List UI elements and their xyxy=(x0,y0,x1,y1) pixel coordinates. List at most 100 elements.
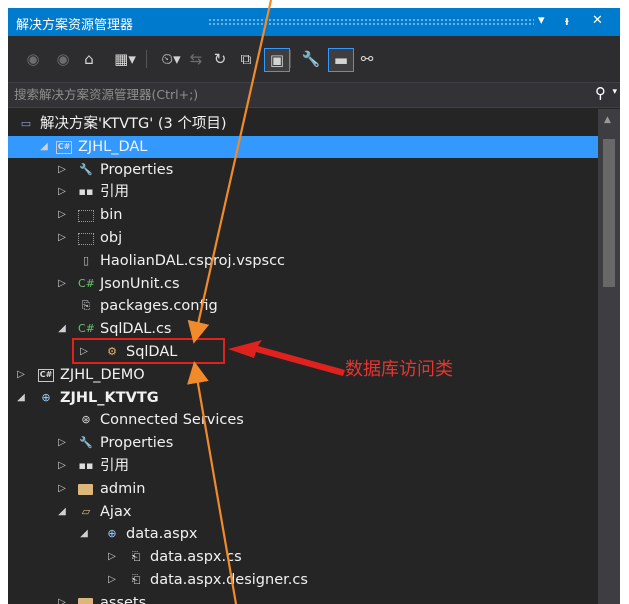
tree-item-label: data.aspx.designer.cs xyxy=(150,572,308,588)
tree-item-label: packages.config xyxy=(100,298,218,315)
pin-icon[interactable]: ᵼ xyxy=(565,13,569,29)
expand-arrow-icon[interactable]: ▷ xyxy=(56,432,68,454)
search-bar: ⚲ ▾ xyxy=(8,82,620,108)
csharp-file-icon: C# xyxy=(78,322,95,336)
class-view-icon[interactable]: ⚯ xyxy=(356,48,378,70)
tree-item-label: SqlDAL.cs xyxy=(100,321,172,338)
expand-arrow-icon[interactable]: ▷ xyxy=(56,273,68,295)
tree-item-label: obj xyxy=(100,230,123,246)
annotation-label: 数据库访问类 xyxy=(345,359,453,380)
tree-item[interactable]: ▷ C# JsonUnit.cs xyxy=(8,273,598,295)
collapse-arrow-icon[interactable]: ◢ xyxy=(15,387,27,409)
search-icon[interactable]: ⚲ xyxy=(595,84,606,102)
collapse-arrow-icon[interactable]: ◢ xyxy=(38,136,50,158)
tree-item[interactable]: ▷ admin xyxy=(8,478,598,500)
pending-changes-icon[interactable]: ⏲▾ xyxy=(156,48,186,70)
expand-arrow-icon[interactable]: ▷ xyxy=(56,592,68,604)
code-file-icon: ⎗ xyxy=(131,550,141,564)
sync-icon[interactable]: ⇆ xyxy=(186,48,206,70)
expand-arrow-icon[interactable]: ▷ xyxy=(56,181,68,203)
properties-icon[interactable]: 🔧 xyxy=(300,48,322,70)
tree-item-label: data.aspx xyxy=(126,526,198,543)
scroll-up-icon[interactable]: ▲ xyxy=(604,115,611,125)
refresh-icon[interactable]: ↻ xyxy=(210,48,230,70)
toolbar-separator xyxy=(290,50,291,68)
tree-item-label: Connected Services xyxy=(100,412,244,429)
tree-item-label: 解决方案'KTVTG' (3 个项目) xyxy=(40,116,227,132)
file-icon: ▯ xyxy=(82,253,90,267)
wrench-icon: 🔧 xyxy=(79,162,93,176)
collapse-arrow-icon[interactable]: ◢ xyxy=(56,318,68,340)
tree-item-label: ZJHL_KTVTG xyxy=(60,389,159,406)
tree-item[interactable]: ▷ ▪▪ 引用 xyxy=(8,181,598,203)
tree-item[interactable]: ▷ 🔧 Properties xyxy=(8,159,598,181)
aspx-file-icon: ⊕ xyxy=(107,527,117,541)
references-icon: ▪▪ xyxy=(78,185,94,199)
tree-item[interactable]: ◢ C# SqlDAL.cs xyxy=(8,318,598,340)
collapse-arrow-icon[interactable]: ◢ xyxy=(56,501,68,523)
collapse-arrow-icon[interactable]: ◢ xyxy=(78,523,90,545)
tree-item-label: Properties xyxy=(100,161,174,178)
tree-item-label: data.aspx.cs xyxy=(150,549,242,566)
tree-item[interactable]: ▷ assets xyxy=(8,592,598,604)
tree-item-label: 引用 xyxy=(100,458,129,474)
panel-title: 解决方案资源管理器 xyxy=(16,18,134,33)
tree-item-label: ZJHL_DAL xyxy=(78,138,148,155)
tree-item[interactable]: ◢ ▱ Ajax xyxy=(8,501,598,523)
tree-item[interactable]: ▭ 解决方案'KTVTG' (3 个项目) xyxy=(8,113,598,135)
tree-item[interactable]: ◢ ⊕ ZJHL_KTVTG xyxy=(8,387,598,409)
tree-item-label: assets xyxy=(100,594,147,604)
tree-item-label: JsonUnit.cs xyxy=(100,275,180,292)
back-icon[interactable]: ◉ xyxy=(24,48,42,70)
tree-item[interactable]: ▷ ▪▪ 引用 xyxy=(8,455,598,477)
tree-item-label: admin xyxy=(100,480,146,497)
panel-titlebar: 解决方案资源管理器 ▾ ᵼ ✕ xyxy=(8,8,620,36)
preview-icon[interactable]: ▬ xyxy=(328,48,354,72)
tree-item[interactable]: ▯ HaolianDAL.csproj.vspscc xyxy=(8,250,598,272)
connected-services-icon: ⊛ xyxy=(81,413,91,427)
csharp-project-icon: C# xyxy=(56,140,72,154)
tree-item[interactable]: ▷ bin xyxy=(8,204,598,226)
collapse-all-icon[interactable]: ⧉ xyxy=(236,48,256,70)
config-file-icon: ⎘ xyxy=(81,299,91,313)
expand-arrow-icon[interactable]: ▷ xyxy=(106,569,118,591)
tree-item[interactable]: ▷ C# ZJHL_DEMO xyxy=(8,364,598,386)
tree-item[interactable]: ▷ ⎗ data.aspx.designer.cs xyxy=(8,569,598,591)
expand-arrow-icon[interactable]: ▷ xyxy=(56,478,68,500)
scroll-thumb[interactable] xyxy=(603,139,615,287)
panel-toolbar: ◉ ◉ ⌂ ▦▾ ⏲▾ ⇆ ↻ ⧉ ▣ 🔧 ▬ ⚯ xyxy=(8,36,620,82)
folder-icon xyxy=(78,210,94,223)
tree-item[interactable]: ▷ 🔧 Properties xyxy=(8,432,598,454)
search-input[interactable] xyxy=(14,85,564,103)
expand-arrow-icon[interactable]: ▷ xyxy=(56,455,68,477)
tree-item[interactable]: ⎘ packages.config xyxy=(8,295,598,317)
home-icon[interactable]: ⌂ xyxy=(80,48,98,70)
toolbar-separator xyxy=(146,50,147,68)
expand-arrow-icon[interactable]: ▷ xyxy=(56,227,68,249)
tree-item-label: 引用 xyxy=(100,184,129,201)
references-icon: ▪▪ xyxy=(78,459,94,472)
expand-arrow-icon[interactable]: ▷ xyxy=(15,364,27,386)
titlebar-grip[interactable] xyxy=(208,18,534,26)
folder-open-icon: ▱ xyxy=(81,504,91,518)
expand-arrow-icon[interactable]: ▷ xyxy=(106,546,118,568)
folder-icon xyxy=(78,233,94,245)
web-project-icon: ⊕ xyxy=(41,390,51,404)
tree-item[interactable]: ▷ ⎗ data.aspx.cs xyxy=(8,546,598,568)
solution-explorer-panel: 解决方案资源管理器 ▾ ᵼ ✕ ◉ ◉ ⌂ ▦▾ ⏲▾⇆↻ ⧉ ▣ 🔧 ▬⚯ ⚲ ▾ ▭ 解决方案… xyxy=(8,8,620,604)
close-icon[interactable]: ✕ xyxy=(592,13,603,28)
switch-views-icon[interactable]: ▦▾ xyxy=(108,48,142,70)
expand-arrow-icon[interactable]: ▷ xyxy=(56,204,68,226)
tree-item[interactable]: ⊛ Connected Services xyxy=(8,409,598,431)
forward-icon[interactable]: ◉ xyxy=(54,48,72,70)
tree-item[interactable]: ▷ obj xyxy=(8,227,598,249)
code-file-icon: ⎗ xyxy=(131,573,141,586)
tree-item[interactable]: ◢ ⊕ data.aspx xyxy=(8,523,598,545)
panel-dropdown-icon[interactable]: ▾ xyxy=(538,13,545,28)
folder-icon xyxy=(78,597,93,604)
expand-arrow-icon[interactable]: ▷ xyxy=(56,159,68,181)
vertical-scrollbar[interactable]: ▲ xyxy=(598,109,620,604)
show-all-files-icon[interactable]: ▣ xyxy=(264,48,290,72)
search-options-icon[interactable]: ▾ xyxy=(612,87,617,97)
tree-item[interactable]: ◢ C# ZJHL_DAL xyxy=(8,135,598,158)
